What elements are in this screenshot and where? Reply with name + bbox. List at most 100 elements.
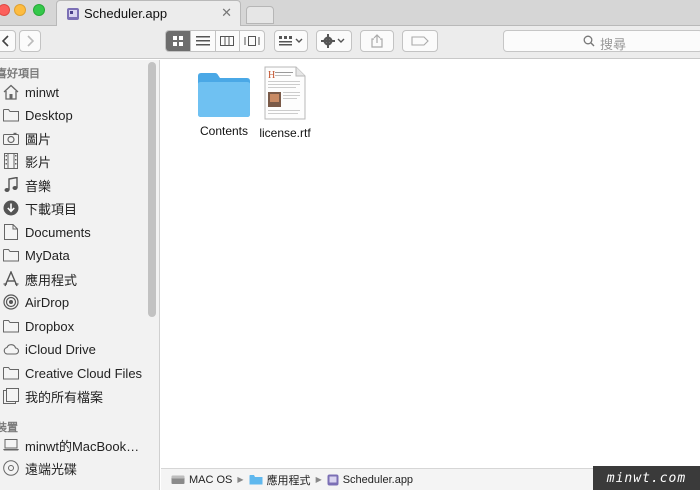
list-view-button[interactable]: [191, 31, 216, 51]
arrange-button[interactable]: [274, 30, 308, 52]
sidebar-item-desktop[interactable]: Desktop: [0, 104, 146, 126]
coverflow-view-button[interactable]: [240, 31, 264, 51]
sidebar-item-label: 影片: [25, 154, 52, 170]
folder-icon: [249, 475, 263, 485]
breadcrumb-separator-icon: ▶: [315, 475, 322, 484]
applications-icon: [3, 271, 19, 287]
new-tab-button[interactable]: [246, 6, 274, 24]
breadcrumb-label: MAC OS: [189, 473, 233, 486]
app-icon: [67, 8, 79, 20]
forward-button[interactable]: [19, 30, 41, 52]
tab-bar: Scheduler.app ✕: [0, 0, 700, 26]
breadcrumb-applications[interactable]: 應用程式: [249, 472, 311, 488]
sidebar-item-remote-disc[interactable]: 遠端光碟: [0, 457, 146, 479]
chevron-left-icon: [2, 35, 9, 47]
sidebar-item-label: minwt的MacBook…: [25, 438, 140, 454]
document-icon: [3, 224, 19, 240]
camera-icon: [3, 130, 19, 146]
column-view-icon: [220, 36, 235, 46]
sidebar-item-macbook[interactable]: minwt的MacBook…: [0, 434, 146, 456]
sidebar-item-label: Desktop: [25, 107, 73, 123]
breadcrumb-separator-icon: ▶: [237, 475, 244, 484]
svg-text:H: H: [268, 70, 275, 81]
toolbar: 搜尋: [0, 26, 700, 59]
home-icon: [3, 84, 19, 100]
close-window-button[interactable]: [0, 4, 10, 16]
file-item-license-rtf[interactable]: H license.rtf: [245, 66, 325, 140]
cloud-icon: [3, 341, 19, 357]
back-button[interactable]: [0, 30, 16, 52]
tab-scheduler[interactable]: Scheduler.app ✕: [56, 0, 241, 26]
tab-title: Scheduler.app: [84, 6, 168, 21]
share-button[interactable]: [360, 30, 394, 52]
devices-header: 裝置: [0, 422, 18, 434]
arrange-icon: [279, 36, 303, 46]
sidebar-item-label: 遠端光碟: [25, 461, 78, 477]
hard-drive-icon: [171, 475, 185, 484]
folder-icon: [3, 318, 19, 334]
sidebar-item-label: Dropbox: [25, 318, 75, 334]
folder-icon: [198, 73, 250, 117]
watermark-text: minwt.com: [606, 470, 687, 486]
sidebar-item-label: 應用程式: [25, 272, 78, 288]
sidebar-item-creative-cloud-files[interactable]: Creative Cloud Files: [0, 362, 146, 384]
minimize-window-button[interactable]: [14, 4, 26, 16]
sidebar-item-applications[interactable]: 應用程式: [0, 268, 146, 290]
sidebar-item-documents[interactable]: Documents: [0, 221, 146, 243]
action-button[interactable]: [316, 30, 352, 52]
search-icon: [583, 35, 595, 47]
sidebar-item-label: 我的所有檔案: [25, 389, 104, 405]
sidebar-item-label: 音樂: [25, 178, 52, 194]
sidebar-item-minwt[interactable]: minwt: [0, 81, 146, 103]
download-icon: [3, 200, 19, 216]
tags-button[interactable]: [402, 30, 438, 52]
tab-close-icon[interactable]: ✕: [221, 5, 232, 21]
icon-view-button[interactable]: [166, 31, 191, 51]
folder-icon: [3, 247, 19, 263]
view-mode-selector: [165, 30, 265, 52]
chevron-right-icon: [27, 35, 34, 47]
all-files-icon: [3, 388, 19, 404]
zoom-window-button[interactable]: [33, 4, 45, 16]
sidebar-item-label: 下載項目: [25, 201, 78, 217]
sidebar-item-label: MyData: [25, 247, 70, 263]
folder-icon: [3, 107, 19, 123]
breadcrumb-scheduler-app[interactable]: Scheduler.app: [327, 474, 413, 486]
list-view-icon: [195, 36, 210, 46]
sidebar-item-dropbox[interactable]: Dropbox: [0, 315, 146, 337]
icon-view-icon: [172, 36, 183, 46]
sidebar-item-label: iCloud Drive: [25, 341, 96, 357]
sidebar-item-label: 圖片: [25, 131, 52, 147]
breadcrumb-label: 應用程式: [266, 474, 311, 487]
search-field[interactable]: 搜尋: [503, 30, 700, 52]
sidebar-item-airdrop[interactable]: AirDrop: [0, 291, 146, 313]
gear-icon: [321, 34, 345, 48]
tag-icon: [411, 36, 429, 46]
sidebar-item-label: minwt: [25, 84, 59, 100]
film-icon: [3, 153, 19, 169]
coverflow-view-icon: [244, 36, 260, 46]
disc-icon: [3, 460, 19, 476]
column-view-button[interactable]: [216, 31, 241, 51]
sidebar-item-pictures[interactable]: 圖片: [0, 127, 146, 149]
file-item-label: license.rtf: [259, 126, 311, 140]
sidebar-item-mydata[interactable]: MyData: [0, 244, 146, 266]
sidebar-item-all-my-files[interactable]: 我的所有檔案: [0, 385, 146, 407]
watermark: minwt.com: [593, 466, 700, 490]
sidebar-item-label: AirDrop: [25, 294, 70, 310]
file-item-label: Contents: [199, 124, 249, 138]
music-note-icon: [3, 177, 19, 193]
laptop-icon: [3, 437, 19, 453]
file-browser: Contents H license.rtf: [161, 60, 700, 468]
sidebar-item-movies[interactable]: 影片: [0, 150, 146, 172]
favorites-header: 喜好項目: [0, 68, 40, 80]
rtf-document-icon: H: [264, 66, 306, 120]
sidebar-item-downloads[interactable]: 下載項目: [0, 197, 146, 219]
breadcrumb-label: Scheduler.app: [342, 473, 414, 486]
share-icon: [371, 34, 383, 48]
sidebar-item-music[interactable]: 音樂: [0, 174, 146, 196]
sidebar-scrollbar[interactable]: [148, 62, 156, 317]
sidebar-item-icloud-drive[interactable]: iCloud Drive: [0, 338, 146, 360]
breadcrumb-mac-os[interactable]: MAC OS: [171, 474, 232, 486]
folder-icon: [3, 365, 19, 381]
